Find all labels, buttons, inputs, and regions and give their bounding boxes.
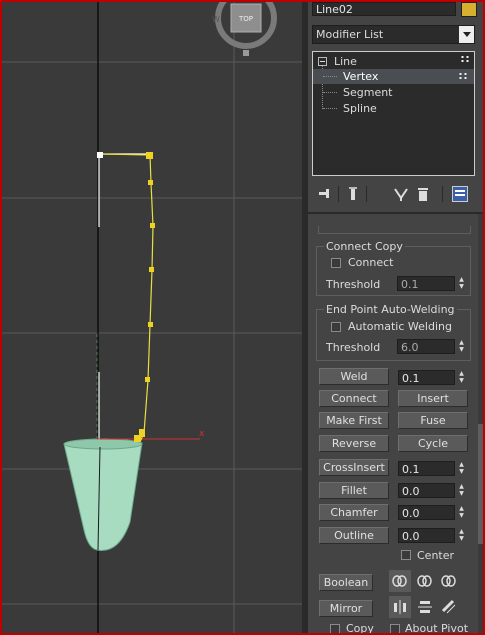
svg-text:W: W — [212, 15, 220, 24]
show-end-result-icon[interactable] — [346, 186, 360, 202]
pin-stack-icon[interactable] — [316, 187, 332, 201]
weld-threshold-input[interactable]: 0.1 — [398, 370, 455, 385]
automatic-welding-label: Automatic Welding — [348, 320, 452, 333]
about-pivot-label: About Pivot — [405, 622, 469, 633]
outline-width-spinner[interactable]: ▲ ▼ — [457, 528, 466, 543]
spline-path[interactable] — [98, 153, 154, 443]
viewcube-label: TOP — [238, 15, 253, 23]
mirror-vertical-icon[interactable] — [414, 596, 436, 618]
fillet-button[interactable]: Fillet — [319, 482, 389, 499]
scrollbar-thumb[interactable] — [478, 424, 483, 544]
stack-row-segment[interactable]: Segment — [313, 85, 474, 100]
crossinsert-threshold-input[interactable]: 0.1 — [398, 461, 455, 476]
object-color-swatch[interactable] — [461, 2, 477, 17]
stack-item-vertex-label: Vertex — [343, 70, 379, 83]
mirror-button[interactable]: Mirror — [319, 600, 373, 617]
stack-item-segment-label: Segment — [343, 86, 393, 99]
mirror-copy-label: Copy — [346, 622, 374, 633]
outline-width-input[interactable]: 0.0 — [398, 528, 455, 543]
vertex-handle — [150, 223, 155, 228]
connect-threshold-spinner[interactable]: ▲ ▼ — [457, 276, 466, 291]
vertex-handle — [149, 267, 154, 272]
panel-scrollbar[interactable] — [478, 214, 483, 633]
gizmo-x-label: x — [199, 429, 205, 439]
chamfer-button[interactable]: Chamfer — [319, 504, 389, 521]
original-line — [98, 153, 152, 440]
connect-button[interactable]: Connect — [319, 390, 389, 407]
boolean-intersect-icon[interactable] — [438, 570, 460, 592]
center-checkbox[interactable] — [401, 550, 411, 560]
chamfer-amount-spinner[interactable]: ▲ ▼ — [457, 505, 466, 520]
endpoint-welding-title: End Point Auto-Welding — [324, 303, 457, 316]
boolean-subtract-icon[interactable] — [414, 570, 436, 592]
welding-threshold-spinner[interactable]: ▲ ▼ — [457, 339, 466, 354]
mirror-both-icon[interactable] — [438, 596, 460, 618]
grid — [2, 2, 302, 633]
welding-threshold-label: Threshold — [326, 341, 381, 354]
stack-row-spline[interactable]: Spline — [313, 101, 474, 116]
stack-row-line[interactable]: Line — [313, 54, 474, 69]
modifier-stack[interactable]: Line Vertex Segment Spline — [312, 51, 475, 176]
cycle-button[interactable]: Cycle — [398, 435, 468, 452]
about-pivot-checkbox[interactable] — [390, 624, 400, 633]
crossinsert-threshold-spinner[interactable]: ▲ ▼ — [457, 461, 466, 476]
stack-toolbar — [312, 183, 475, 205]
command-panel: Line02 Modifier List Line Vertex Segment — [308, 2, 483, 633]
boolean-button[interactable]: Boolean — [319, 574, 373, 591]
object-name-field[interactable]: Line02 — [312, 2, 456, 16]
remove-modifier-icon[interactable] — [416, 186, 430, 202]
fillet-amount-spinner[interactable]: ▲ ▼ — [457, 483, 466, 498]
configure-modifier-sets-icon[interactable] — [452, 186, 468, 202]
stack-item-spline-label: Spline — [343, 102, 377, 115]
modifier-stack-icon — [460, 55, 471, 64]
app-frame: TOP W x Line02 Modifier List Line Vertex… — [2, 2, 483, 633]
subobject-icon — [458, 72, 469, 81]
welding-threshold-input[interactable]: 6.0 — [397, 339, 455, 354]
make-first-button[interactable]: Make First — [319, 412, 389, 429]
automatic-welding-checkbox[interactable] — [331, 322, 341, 332]
vertex-handle — [148, 180, 153, 185]
transform-gizmo[interactable]: x — [96, 332, 205, 440]
rollout-top-edge — [318, 226, 471, 234]
weld-threshold-spinner[interactable]: ▲ ▼ — [457, 370, 466, 385]
connect-checkbox-label: Connect — [348, 256, 394, 269]
vertex-handle — [134, 435, 141, 442]
outline-button[interactable]: Outline — [319, 527, 389, 544]
connect-threshold-label: Threshold — [326, 278, 381, 291]
stack-root-label: Line — [334, 55, 357, 68]
panel-separator — [308, 212, 483, 214]
connect-threshold-input[interactable]: 0.1 — [397, 276, 455, 291]
modifier-list-label: Modifier List — [316, 28, 384, 41]
cone-object[interactable] — [63, 438, 143, 551]
center-label: Center — [417, 549, 455, 562]
collapse-minus-icon[interactable] — [318, 57, 327, 66]
boolean-union-icon[interactable] — [389, 570, 411, 592]
vertex-handle — [146, 152, 153, 159]
dropdown-arrow-icon[interactable] — [459, 26, 474, 43]
mirror-copy-checkbox[interactable] — [330, 624, 340, 633]
mirror-horizontal-icon[interactable] — [389, 596, 411, 618]
connect-copy-title: Connect Copy — [324, 240, 405, 253]
viewport-canvas[interactable]: TOP W x — [2, 2, 302, 633]
stack-row-vertex[interactable]: Vertex — [313, 69, 474, 84]
vertex-handle — [97, 152, 103, 158]
vertex-handle — [148, 322, 153, 327]
connect-checkbox[interactable] — [331, 258, 341, 268]
insert-button[interactable]: Insert — [398, 390, 468, 407]
viewport[interactable]: TOP W x — [2, 2, 302, 633]
modifier-list-dropdown[interactable]: Modifier List — [312, 25, 475, 44]
fillet-amount-input[interactable]: 0.0 — [398, 483, 455, 498]
crossinsert-button[interactable]: CrossInsert — [319, 459, 389, 476]
reverse-button[interactable]: Reverse — [319, 435, 389, 452]
make-unique-icon[interactable] — [394, 186, 408, 202]
chamfer-amount-input[interactable]: 0.0 — [398, 505, 455, 520]
weld-button[interactable]: Weld — [319, 368, 389, 385]
viewcube[interactable]: TOP W — [212, 2, 277, 56]
fuse-button[interactable]: Fuse — [398, 412, 468, 429]
vertex-handle — [145, 377, 150, 382]
